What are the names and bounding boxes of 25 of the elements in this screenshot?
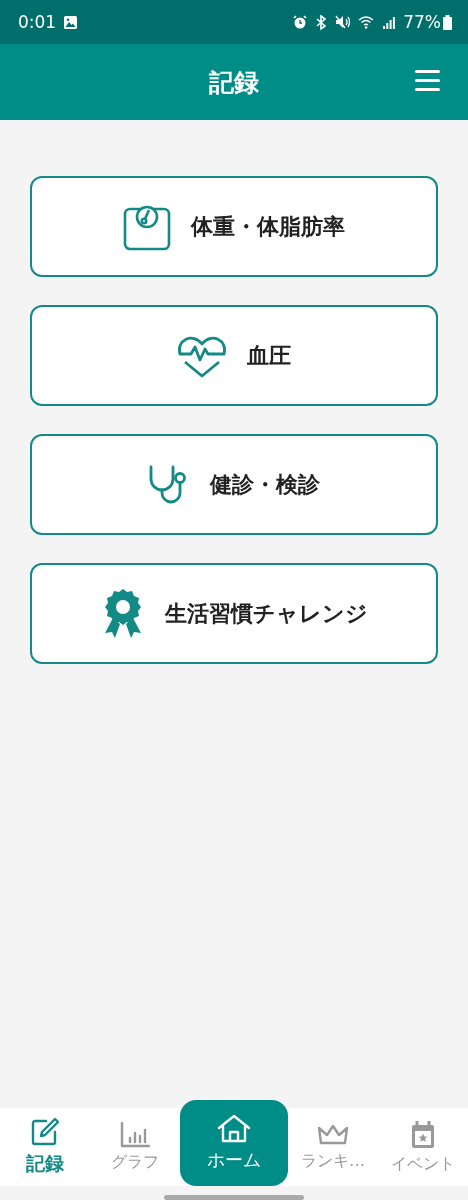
image-icon [64,15,78,29]
signal-icon [383,15,396,29]
mute-icon [335,15,351,29]
nav-tab[interactable]: イベント [378,1108,468,1186]
bar-chart-icon [120,1121,150,1148]
alarm-icon [293,15,308,29]
menu-card-button[interactable]: 血圧 [30,305,438,406]
crown-icon [317,1122,349,1147]
nav-tab[interactable]: グラフ [90,1108,180,1186]
menu-button[interactable] [415,70,440,91]
battery-icon [443,14,452,30]
menu-card-button[interactable]: 体重・体脂肪率 [30,176,438,277]
battery-percent: 77% [403,12,441,32]
wifi-icon [358,15,376,29]
pencil-note-icon [30,1117,60,1147]
screen-title: 記録 [209,66,259,99]
nav-tab[interactable]: ランキ… [288,1108,378,1186]
home-icon [217,1114,251,1144]
clock-time: 0:01 [18,12,57,32]
menu-card-button[interactable]: 生活習慣チャレンジ [30,563,438,664]
calendar-star-icon [410,1119,436,1150]
menu-card-button[interactable]: 健診・検診 [30,434,438,535]
nav-tab[interactable]: 記録 [0,1108,90,1186]
nav-tab[interactable]: ホーム [180,1100,288,1186]
bluetooth-icon [315,14,328,30]
